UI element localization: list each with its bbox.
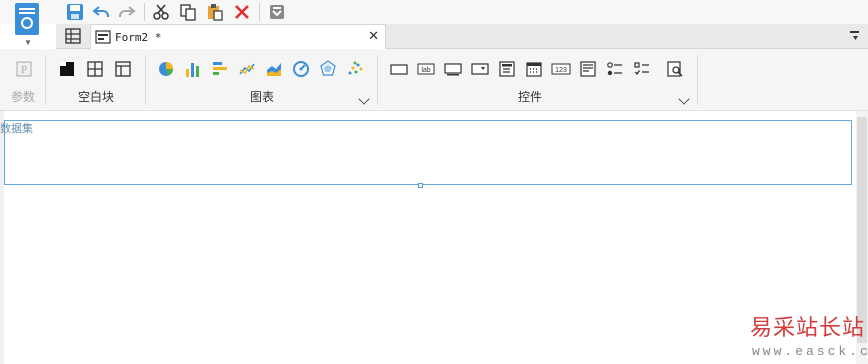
paste-icon[interactable] (204, 1, 226, 23)
close-icon[interactable]: ✕ (368, 28, 379, 44)
number-widget-icon[interactable]: 123 (550, 58, 572, 80)
pie-chart-icon[interactable] (155, 58, 177, 80)
text-field-widget-icon[interactable] (442, 58, 464, 80)
preview-icon[interactable] (266, 1, 288, 23)
radar-chart-icon[interactable] (317, 58, 339, 80)
split-layout-icon[interactable] (84, 58, 106, 80)
ribbon-group-charts: 图表 (146, 49, 378, 111)
line-chart-icon[interactable] (236, 58, 258, 80)
svg-text:P: P (21, 64, 27, 76)
widgets-label: 控件 (517, 90, 542, 104)
watermark-url: www.easck.com (752, 344, 868, 359)
form-icon (95, 29, 111, 45)
dropdown-widget-icon[interactable] (469, 58, 491, 80)
charts-label: 图表 (249, 90, 274, 104)
tab-list-icon[interactable] (848, 29, 862, 43)
area-chart-icon[interactable] (263, 58, 285, 80)
text-area-widget-icon[interactable] (577, 58, 599, 80)
tab-form2[interactable]: Form2 * ✕ (90, 24, 386, 49)
app-menu-button[interactable]: ▼ (12, 2, 42, 47)
checkbox-group-widget-icon[interactable] (631, 58, 653, 80)
params-label: 参数 (10, 90, 35, 104)
document-tab-bar: Form2 * ✕ (56, 24, 868, 49)
watermark-title: 易采站长站 (750, 316, 866, 341)
search-widget-icon[interactable] (664, 58, 686, 80)
radio-group-widget-icon[interactable] (604, 58, 626, 80)
grid-icon[interactable] (64, 27, 84, 47)
ribbon-group-params: P 参数 (0, 49, 46, 111)
delete-icon[interactable] (231, 1, 253, 23)
quick-access-toolbar (0, 0, 868, 24)
designer-window: ▼ Form2 * ✕ P 参数 空白块 图表 lab 123 控件 数据集 易… (0, 0, 868, 364)
gauge-chart-icon[interactable] (290, 58, 312, 80)
tab-layout-icon[interactable] (112, 58, 134, 80)
bar-chart-icon[interactable] (209, 58, 231, 80)
svg-text:lab: lab (421, 67, 430, 74)
ribbon-group-widgets: lab 123 控件 (378, 49, 698, 111)
ribbon: P 参数 空白块 图表 lab 123 控件 (0, 49, 868, 111)
toolbar-separator (144, 3, 145, 21)
parameter-panel[interactable] (4, 120, 852, 185)
absolute-layout-icon[interactable] (56, 58, 78, 80)
chevron-down-icon: ▼ (24, 38, 32, 47)
blank-block-label: 空白块 (77, 90, 114, 104)
document-search-icon (15, 3, 39, 35)
svg-text:123: 123 (555, 67, 567, 74)
undo-icon[interactable] (90, 1, 112, 23)
date-widget-icon[interactable] (523, 58, 545, 80)
button-widget-icon[interactable] (388, 58, 410, 80)
label-widget-icon[interactable]: lab (415, 58, 437, 80)
copy-icon[interactable] (177, 1, 199, 23)
column-chart-icon[interactable] (182, 58, 204, 80)
tab-label: Form2 * (115, 31, 162, 44)
resize-handle[interactable] (418, 183, 423, 188)
watermark: 易采站长站 www.easck.com (728, 310, 868, 364)
parameter-icon[interactable]: P (13, 58, 35, 80)
ribbon-group-blank-block: 空白块 (46, 49, 146, 111)
parameter-panel-label: 数据集 (0, 123, 33, 135)
redo-icon[interactable] (116, 1, 138, 23)
save-icon[interactable] (64, 1, 86, 23)
tree-dropdown-widget-icon[interactable] (496, 58, 518, 80)
cut-icon[interactable] (150, 1, 172, 23)
toolbar-separator (259, 3, 260, 21)
scatter-chart-icon[interactable] (344, 58, 366, 80)
